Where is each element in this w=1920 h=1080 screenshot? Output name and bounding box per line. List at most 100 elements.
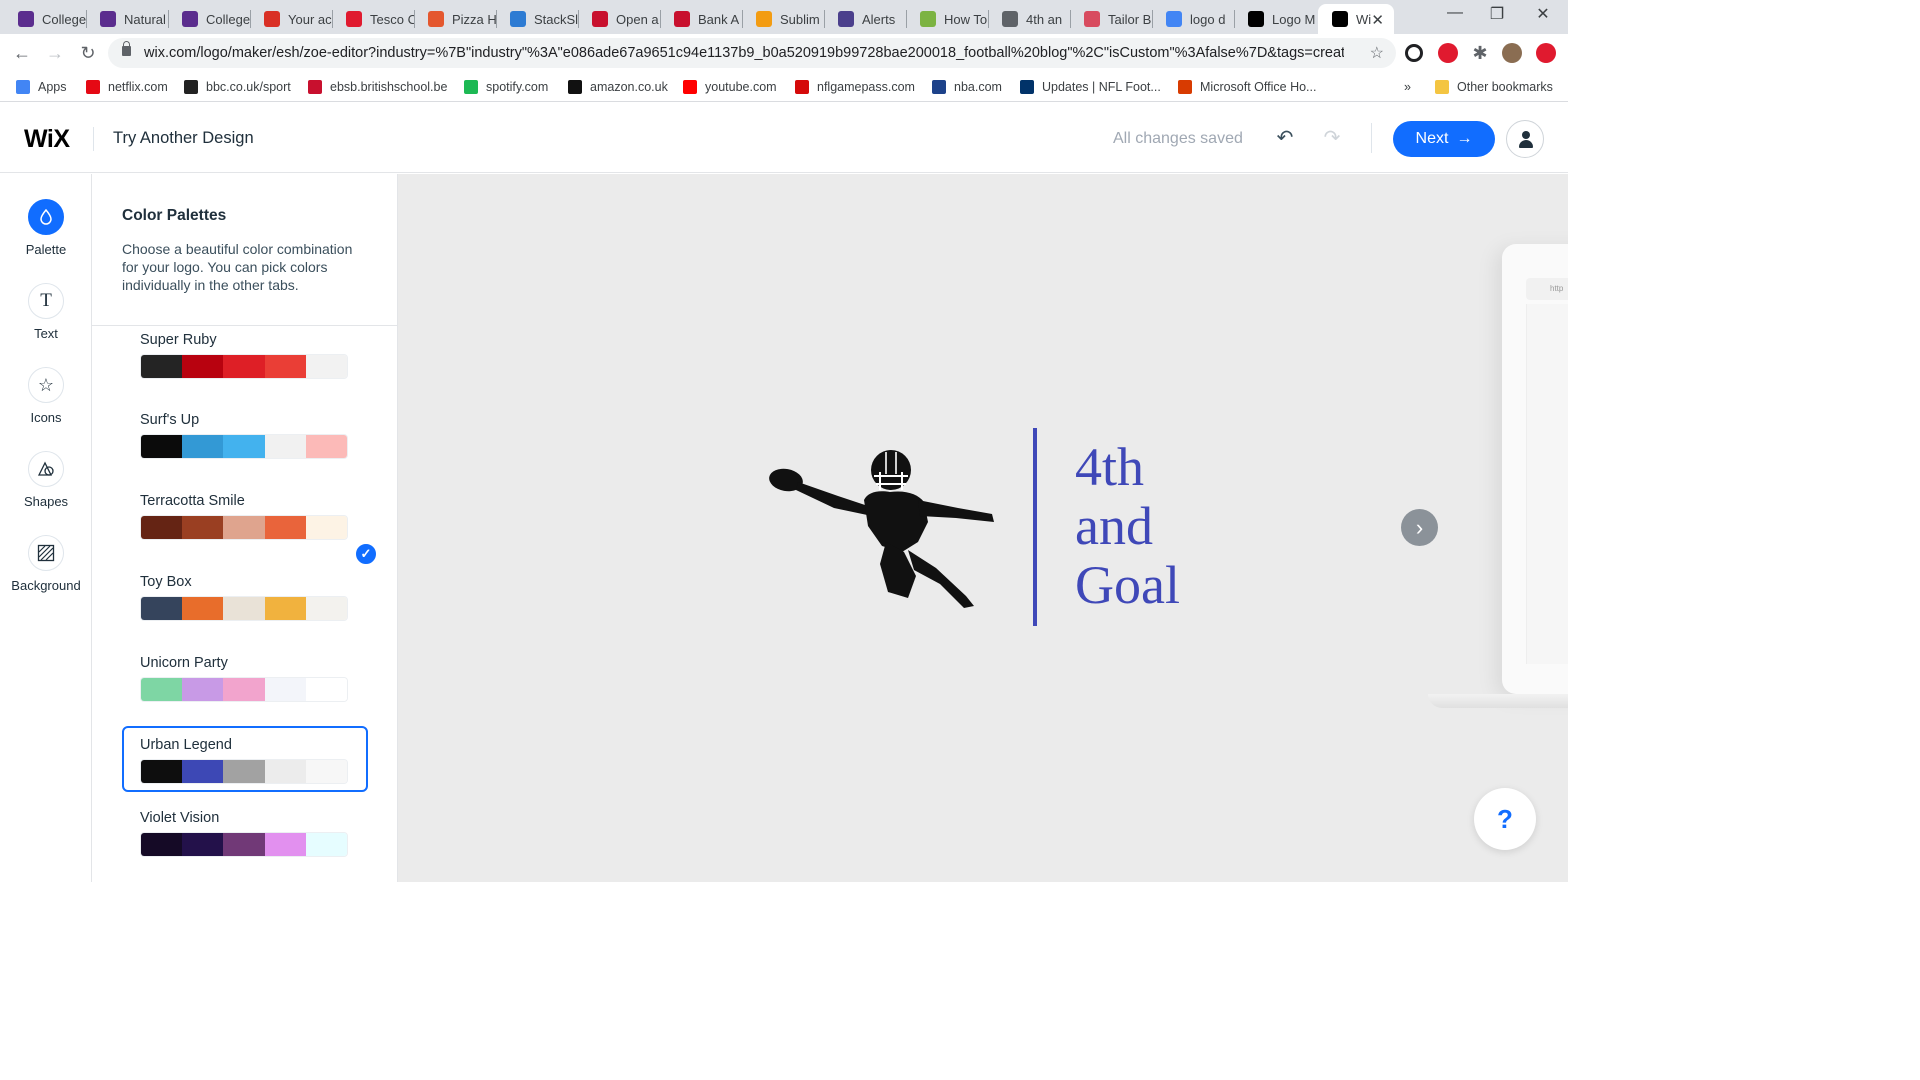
color-swatch [141,678,183,701]
browser-tab[interactable]: StackSl [496,4,578,34]
tab-separator [496,10,497,28]
palette-option[interactable]: Super Ruby [122,332,368,400]
next-design-chevron-icon[interactable]: › [1401,509,1438,546]
opera-extension-icon[interactable] [1438,43,1458,63]
tab-separator [660,10,661,28]
bookmark-item[interactable]: Other bookmarks [1435,78,1553,96]
palette-option[interactable]: Unicorn Party [122,655,368,723]
bookmark-item[interactable]: Microsoft Office Ho... [1178,78,1316,96]
color-swatch [182,760,224,783]
rail-item-shapes[interactable]: Shapes [0,451,92,531]
palette-option[interactable]: Violet Vision [122,810,368,878]
puzzle-extensions-icon[interactable]: ✱ [1470,43,1490,63]
undo-icon[interactable]: ↶ [1272,125,1298,151]
browser-tab[interactable]: Tailor B [1070,4,1152,34]
bookmark-item[interactable]: spotify.com [464,78,548,96]
address-bar[interactable]: wix.com/logo/maker/esh/zoe-editor?indust… [108,38,1396,68]
bookmark-label: bbc.co.uk/sport [206,80,291,94]
url-text[interactable]: wix.com/logo/maker/esh/zoe-editor?indust… [144,45,1344,61]
bookmark-item[interactable]: bbc.co.uk/sport [184,78,291,96]
palette-option[interactable]: Surf's Up [122,412,368,480]
bookmark-item[interactable]: nflgamepass.com [795,78,915,96]
close-window-icon[interactable]: ✕ [1528,4,1558,24]
tab-separator [168,10,169,28]
browser-tab-title: 4th an [1026,11,1063,27]
bookmark-label: netflix.com [108,80,168,94]
browser-tab[interactable]: Wi ✕ [1318,4,1394,34]
browser-tab[interactable]: College [4,4,86,34]
rail-item-background[interactable]: Background [0,535,92,615]
browser-tab[interactable]: How To [906,4,988,34]
bookmark-item[interactable]: nba.com [932,78,1002,96]
browser-tab[interactable]: Sublim [742,4,824,34]
minimize-icon[interactable]: — [1440,4,1470,22]
rail-item-text[interactable]: T Text [0,283,92,363]
browser-tab[interactable]: logo d [1152,4,1234,34]
logo-title[interactable]: 4th and Goal [1075,438,1180,615]
rail-item-palette[interactable]: Palette [0,199,92,279]
palette-name: Super Ruby [140,332,217,348]
palette-drop-icon [28,199,64,235]
tab-separator [332,10,333,28]
wix-logo[interactable]: WiX [24,125,70,154]
tab-separator [86,10,87,28]
browser-tab[interactable]: Open a [578,4,660,34]
tab-separator [250,10,251,28]
profile-avatar[interactable] [1502,43,1522,63]
color-swatch [223,678,265,701]
bookmark-item[interactable]: Updates | NFL Foot... [1020,78,1161,96]
bookmark-item[interactable]: youtube.com [683,78,777,96]
browser-tab[interactable]: 4th an [988,4,1070,34]
shield-icon [100,11,116,27]
rail-item-icons[interactable]: ☆ Icons [0,367,92,447]
extension-icon[interactable] [1405,44,1423,62]
tailor-icon [1084,11,1100,27]
palette-swatches [140,354,348,379]
background-hatch-icon [28,535,64,571]
color-swatch [305,678,347,701]
bookmark-item[interactable]: amazon.co.uk [568,78,668,96]
panel-description: Choose a beautiful color combination for… [122,241,353,293]
tab-separator [906,10,907,28]
redo-icon[interactable]: ↷ [1319,125,1345,151]
browser-tab[interactable]: Your ac [250,4,332,34]
account-avatar[interactable] [1506,120,1544,158]
bookmark-star-icon[interactable]: ☆ [1370,43,1384,63]
shield-icon [18,11,34,27]
more-bookmarks-icon[interactable]: » [1404,78,1411,96]
bookmark-item[interactable]: Apps [16,78,67,96]
browser-tab-title: Tailor B [1108,11,1152,27]
back-arrow-icon[interactable]: ← [10,41,34,65]
color-swatch [305,760,347,783]
browser-tab-title: Alerts [862,11,896,27]
palette-swatches [140,434,348,459]
forward-arrow-icon[interactable]: → [43,41,67,65]
help-button[interactable]: ? [1474,788,1536,850]
color-swatch [264,597,306,620]
color-swatch [264,435,306,458]
palette-option[interactable]: Terracotta Smile [122,493,368,561]
browser-tab[interactable]: Alerts [824,4,906,34]
color-swatch [223,597,265,620]
bookmark-item[interactable]: ebsb.britishschool.be [308,78,447,96]
browser-tab[interactable]: Natural [86,4,168,34]
close-tab-icon[interactable]: ✕ [1371,11,1384,29]
palette-option[interactable]: Urban Legend [122,726,368,792]
color-swatch [182,355,224,378]
browser-tab[interactable]: Logo M [1234,4,1316,34]
browser-tab[interactable]: Pizza H [414,4,496,34]
rail-label: Palette [25,242,67,257]
bookmark-item[interactable]: netflix.com [86,78,168,96]
reload-icon[interactable]: ↻ [76,41,100,65]
color-swatch [305,516,347,539]
browser-tab[interactable]: Tesco C [332,4,414,34]
browser-tab[interactable]: College [168,4,250,34]
next-button[interactable]: Next → [1393,121,1495,157]
try-another-design-link[interactable]: Try Another Design [113,129,254,148]
palette-option[interactable]: Toy Box [122,574,368,642]
update-icon[interactable] [1536,43,1556,63]
restore-icon[interactable]: ❐ [1482,4,1512,24]
browser-tab[interactable]: Bank A [660,4,742,34]
color-swatch [141,435,183,458]
browser-tab-title: How To [944,11,988,27]
